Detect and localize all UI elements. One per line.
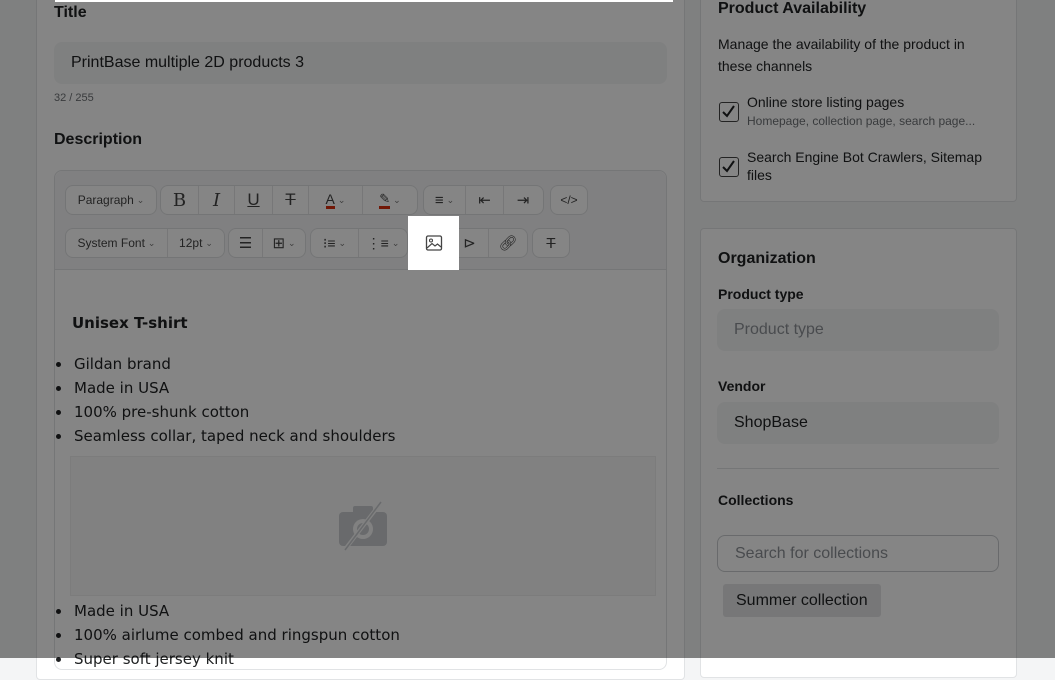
insert-image-button[interactable] [408, 216, 459, 270]
code-group: </> [550, 185, 588, 215]
list-item: Super soft jersey knit [72, 647, 400, 671]
checkmark-icon [722, 160, 735, 173]
text-color-icon: A [325, 190, 335, 209]
list-item: 100% airlume combed and ringspun cotton [72, 623, 400, 647]
align-button[interactable]: ≡ ⌄ [424, 186, 466, 214]
paragraph-select[interactable]: Paragraph ⌄ [66, 186, 156, 214]
chevron-down-icon: ⌄ [391, 237, 400, 248]
horizontal-line-button[interactable]: ☰ [229, 229, 263, 257]
chevron-down-icon: ⌄ [337, 194, 346, 205]
description-label: Description [54, 131, 143, 148]
clear-formatting-button[interactable]: T [533, 229, 569, 257]
title-input[interactable]: PrintBase multiple 2D products 3 [54, 42, 667, 84]
list-item: Made in USA [72, 376, 395, 400]
chevron-down-icon: ⌄ [205, 237, 213, 248]
list-item: Seamless collar, taped neck and shoulder… [72, 424, 395, 448]
collection-tag[interactable]: Summer collection [723, 584, 881, 617]
code-icon: </> [560, 193, 578, 207]
font-group: System Font ⌄ 12pt ⌄ [65, 228, 225, 258]
highlight-color-button[interactable]: ✎ ⌄ [363, 186, 417, 214]
chevron-down-icon: ⌄ [136, 194, 145, 205]
search-engine-label: Search Engine Bot Crawlers, Sitemap file… [747, 149, 982, 183]
product-type-label: Product type [718, 286, 804, 302]
font-family-select[interactable]: System Font ⌄ [66, 229, 168, 257]
availability-title: Product Availability [718, 0, 867, 17]
strikethrough-icon: T [285, 190, 296, 209]
video-icon: ⊳ [463, 235, 476, 252]
text-style-group: B I U T A ⌄ ✎ ⌄ [160, 185, 418, 215]
checkmark-icon [722, 105, 735, 118]
bullet-list-icon: ⁝≡ [322, 234, 336, 251]
bold-icon: B [172, 189, 187, 211]
chevron-down-icon: ⌄ [147, 237, 156, 248]
block-format-group: Paragraph ⌄ [65, 185, 157, 215]
font-size-label: 12pt [179, 236, 203, 250]
alignment-group: ≡ ⌄ ⇤ ⇥ [423, 185, 544, 215]
indent-icon: ⇥ [516, 192, 530, 209]
chevron-down-icon: ⌄ [393, 194, 401, 205]
feature-list-2: Made in USA 100% airlume combed and ring… [30, 599, 400, 671]
collections-label: Collections [718, 492, 794, 508]
list-item: Gildan brand [72, 352, 395, 376]
outdent-button[interactable]: ⇤ [466, 186, 504, 214]
online-store-checkbox[interactable] [719, 102, 739, 122]
table-button[interactable]: ⊞ ⌄ [263, 229, 305, 257]
source-code-button[interactable]: </> [551, 186, 587, 214]
text-color-button[interactable]: A ⌄ [309, 186, 363, 214]
organization-title: Organization [718, 250, 816, 267]
content-heading: Unisex T-shirt [72, 314, 188, 332]
table-icon: ⊞ [272, 235, 286, 252]
title-char-count: 32 / 255 [54, 92, 94, 104]
italic-button[interactable]: I [199, 186, 235, 214]
collections-search-input[interactable]: Search for collections [717, 535, 999, 572]
font-size-select[interactable]: 12pt ⌄ [168, 229, 224, 257]
align-left-icon: ≡ [434, 191, 444, 209]
clear-format-group: T [532, 228, 570, 258]
outdent-icon: ⇤ [478, 192, 491, 209]
underline-icon: U [247, 190, 260, 209]
feature-list: Gildan brand Made in USA 100% pre-shunk … [30, 352, 395, 448]
collection-tag-label: Summer collection [736, 591, 868, 609]
vendor-input[interactable]: ShopBase [717, 402, 999, 444]
list-item: Made in USA [72, 599, 400, 623]
bullet-list-button[interactable]: ⁝≡ ⌄ [311, 229, 359, 257]
image-icon [425, 235, 442, 251]
chevron-down-icon: ⌄ [288, 237, 296, 248]
list-item: 100% pre-shunk cotton [72, 400, 395, 424]
bold-button[interactable]: B [161, 186, 199, 214]
indent-button[interactable]: ⇥ [504, 186, 542, 214]
list-group: ⁝≡ ⌄ ⋮≡ ⌄ [310, 228, 408, 258]
paragraph-label: Paragraph [77, 193, 134, 207]
chevron-down-icon: ⌄ [446, 194, 455, 205]
numbered-list-button[interactable]: ⋮≡ ⌄ [359, 229, 407, 257]
online-store-sublabel: Homepage, collection page, search page..… [747, 114, 976, 128]
strikethrough-button[interactable]: T [273, 186, 309, 214]
no-image-icon [339, 498, 387, 554]
search-engine-checkbox[interactable] [719, 157, 739, 177]
font-family-label: System Font [77, 236, 145, 250]
clear-format-icon: T [546, 234, 556, 252]
link-icon: 🔗︎ [498, 235, 518, 252]
chevron-down-icon: ⌄ [338, 237, 347, 248]
availability-description: Manage the availability of the product i… [718, 36, 965, 74]
insert-link-button[interactable]: 🔗︎ [489, 229, 527, 257]
underline-button[interactable]: U [235, 186, 273, 214]
top-edge [55, 0, 673, 2]
product-type-input[interactable]: Product type [717, 309, 999, 351]
vendor-label: Vendor [718, 378, 766, 394]
online-store-label: Online store listing pages [747, 94, 905, 110]
title-label: Title [54, 4, 87, 21]
page-break-icon: ☰ [238, 235, 253, 252]
highlighter-icon: ✎ [379, 191, 391, 209]
divider [717, 468, 999, 469]
numbered-list-icon: ⋮≡ [366, 234, 389, 251]
italic-icon: I [212, 189, 221, 211]
insert-block-group: ☰ ⊞ ⌄ [228, 228, 306, 258]
image-placeholder [70, 456, 656, 596]
